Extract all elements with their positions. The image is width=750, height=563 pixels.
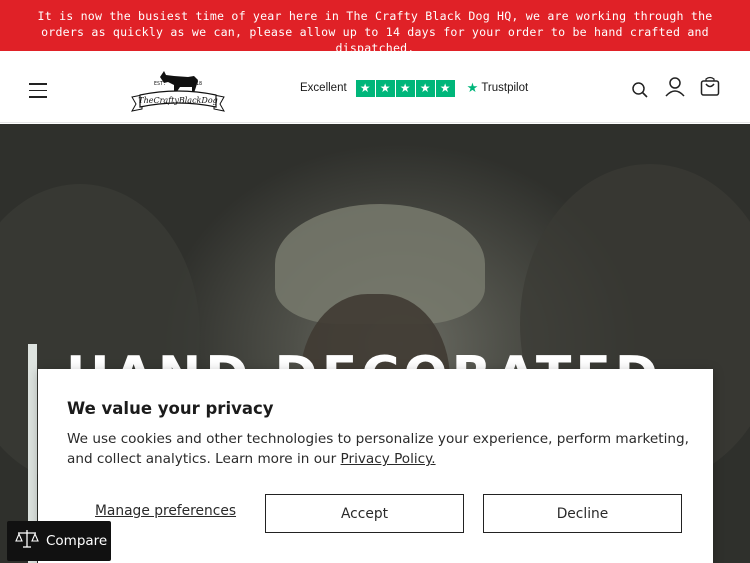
compare-label: Compare [46, 533, 108, 549]
cookie-body: We use cookies and other technologies to… [67, 429, 697, 469]
star-icon: ★ [395, 79, 415, 97]
star-icon: ★ [375, 79, 395, 97]
announcement-text: It is now the busiest time of year here … [37, 9, 713, 55]
decline-button[interactable]: Decline [483, 494, 682, 533]
trustpilot-brand: ★ Trustpilot [467, 80, 529, 96]
logo-wordmark: TheCraftyBlackDog [138, 96, 218, 105]
cookie-banner: We value your privacy We use cookies and… [38, 369, 713, 563]
cart-icon[interactable] [699, 75, 721, 97]
site-logo[interactable]: EST. 2018 TheCraftyBlackDog [128, 65, 228, 117]
compare-button[interactable]: Compare [7, 521, 111, 561]
scale-icon [15, 528, 39, 554]
cookie-title: We value your privacy [67, 399, 274, 418]
site-header: EST. 2018 TheCraftyBlackDog Excellent ★ … [0, 51, 750, 123]
search-icon[interactable] [631, 81, 649, 99]
privacy-policy-link[interactable]: Privacy Policy. [341, 451, 436, 467]
logo-year: 2018 [190, 81, 202, 87]
trustpilot-stars: ★ ★ ★ ★ ★ [355, 79, 455, 97]
logo-est: EST. [154, 81, 166, 87]
menu-icon[interactable] [29, 83, 47, 99]
trustpilot-brand-label: Trustpilot [481, 82, 529, 94]
announcement-bar: It is now the busiest time of year here … [0, 0, 750, 55]
star-icon: ★ [435, 79, 455, 97]
manage-preferences-button[interactable]: Manage preferences [95, 503, 236, 519]
trustpilot-star-icon: ★ [466, 80, 479, 95]
star-icon: ★ [355, 79, 375, 97]
trustpilot-rating-label: Excellent [300, 82, 347, 94]
trustpilot-widget[interactable]: Excellent ★ ★ ★ ★ ★ ★ Trustpilot [300, 79, 528, 97]
accept-button[interactable]: Accept [265, 494, 464, 533]
account-icon[interactable] [664, 76, 686, 98]
star-icon: ★ [415, 79, 435, 97]
